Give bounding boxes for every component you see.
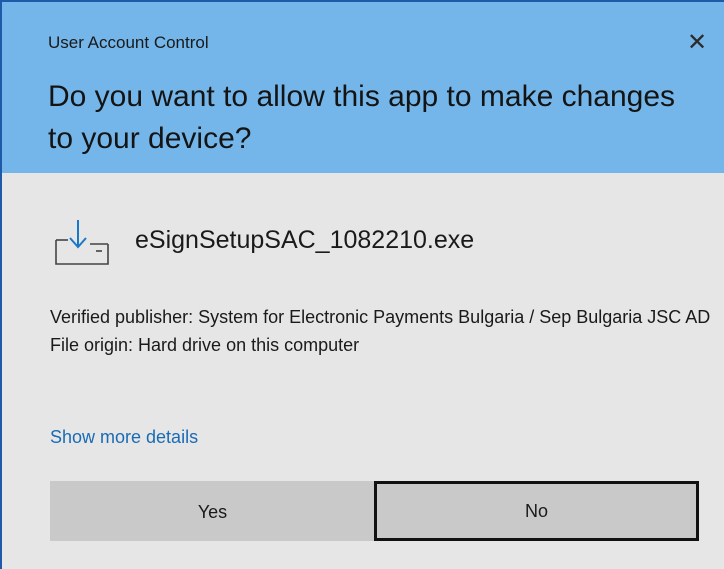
app-name: eSignSetupSAC_1082210.exe — [135, 226, 475, 254]
dialog-question: Do you want to allow this app to make ch… — [48, 80, 676, 155]
file-origin-text: File origin: Hard drive on this computer — [50, 335, 360, 355]
uac-dialog: User Account Control ✕ Do you want to al… — [0, 0, 724, 569]
no-button[interactable]: No — [374, 481, 699, 541]
dialog-header: User Account Control ✕ Do you want to al… — [2, 2, 724, 173]
close-icon[interactable]: ✕ — [682, 28, 712, 58]
publisher-text: Verified publisher: System for Electroni… — [50, 307, 711, 327]
yes-button[interactable]: Yes — [50, 481, 375, 541]
dialog-caption: User Account Control — [48, 33, 209, 52]
installer-download-icon — [55, 220, 109, 265]
show-more-details-link[interactable]: Show more details — [50, 427, 198, 448]
app-info: Verified publisher: System for Electroni… — [50, 303, 720, 359]
